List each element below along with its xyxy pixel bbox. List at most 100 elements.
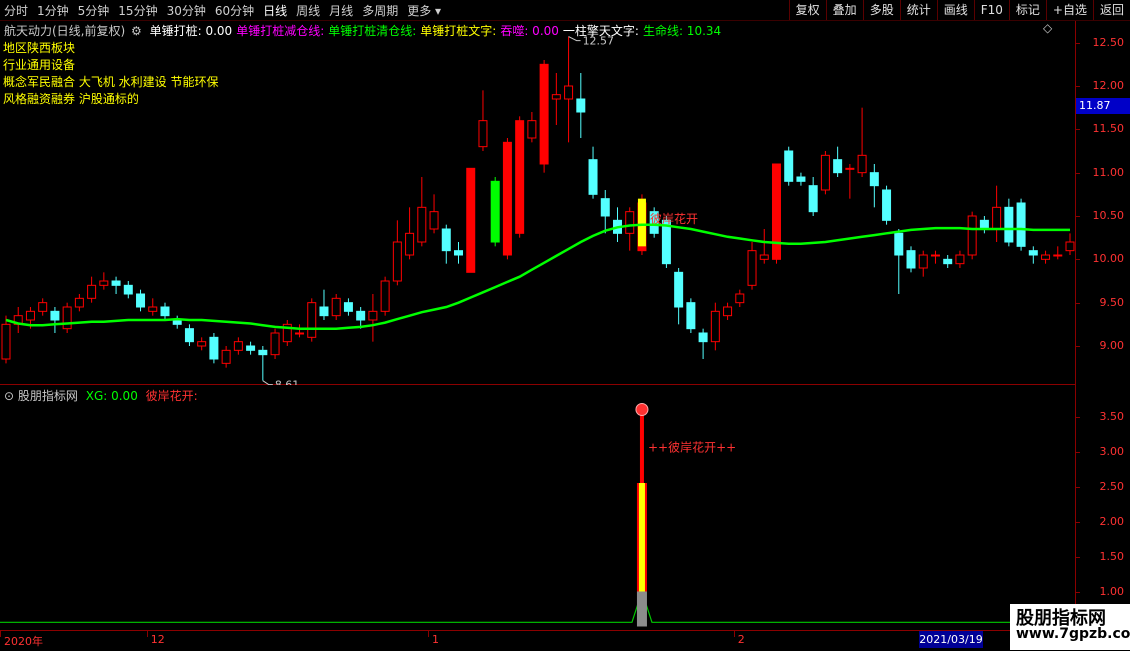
candle bbox=[233, 337, 243, 355]
indicator-legend-0: 单锤打桩: 0.00 bbox=[149, 24, 233, 38]
candle bbox=[123, 281, 133, 299]
sub-axis-tick bbox=[1076, 486, 1080, 488]
candle bbox=[576, 73, 586, 138]
price-axis-tick bbox=[1076, 129, 1080, 131]
period-tab-3[interactable]: 15分钟 bbox=[118, 2, 157, 19]
candle bbox=[698, 328, 708, 359]
sub-axis-label-0: 3.50 bbox=[1099, 409, 1125, 423]
candle bbox=[1016, 198, 1026, 251]
candle bbox=[600, 190, 610, 234]
candle bbox=[50, 307, 60, 333]
date-label-1: 12 bbox=[150, 633, 165, 646]
candle bbox=[882, 185, 892, 225]
date-tick bbox=[733, 631, 735, 637]
period-tab-2[interactable]: 5分钟 bbox=[78, 2, 110, 19]
candle bbox=[1004, 198, 1014, 247]
indicator-legend-3: 单锤打桩文字: bbox=[420, 24, 497, 38]
diamond-icon[interactable]: ◇ bbox=[1043, 21, 1052, 35]
candle bbox=[674, 268, 684, 325]
tool-button-7[interactable]: +自选 bbox=[1045, 0, 1093, 20]
tool-button-4[interactable]: 画线 bbox=[936, 0, 974, 20]
period-tab-6[interactable]: 日线 bbox=[263, 2, 287, 19]
period-tab-5[interactable]: 60分钟 bbox=[215, 2, 254, 19]
gray-bar bbox=[636, 591, 647, 627]
price-axis-tick bbox=[1076, 42, 1080, 44]
period-tab-4[interactable]: 30分钟 bbox=[167, 2, 206, 19]
candle bbox=[172, 315, 182, 329]
candle bbox=[160, 302, 170, 320]
candle bbox=[796, 172, 806, 186]
candle bbox=[478, 90, 488, 151]
candle bbox=[148, 298, 158, 316]
price-axis-tick bbox=[1076, 216, 1080, 217]
price-axis-tick bbox=[1076, 346, 1080, 347]
candle bbox=[454, 242, 464, 264]
stock-title[interactable]: 航天动力(日线,前复权) bbox=[4, 24, 125, 38]
tool-button-1[interactable]: 叠加 bbox=[825, 0, 863, 20]
tool-button-3[interactable]: 统计 bbox=[899, 0, 937, 20]
candle bbox=[197, 337, 207, 351]
signal-candle bbox=[637, 198, 646, 247]
sub-axis-label-3: 2.00 bbox=[1099, 514, 1125, 528]
date-tick bbox=[0, 631, 1, 637]
yellow-bar bbox=[638, 483, 645, 592]
candle bbox=[111, 276, 121, 294]
xg-line bbox=[0, 589, 1075, 623]
sub-axis-label-4: 1.50 bbox=[1099, 549, 1125, 563]
price-axis-label-7: 9.00 bbox=[1099, 339, 1125, 352]
concept-line-2: 概念军民融合 大飞机 水利建设 节能环保 bbox=[3, 75, 219, 89]
candle bbox=[857, 107, 867, 177]
settings-gear-icon[interactable]: ⚙ bbox=[131, 24, 142, 38]
period-tabs: 分时 1分钟 5分钟 15分钟 30分钟 60分钟 日线 周线 月线 多周期 更多 ▾ bbox=[4, 0, 450, 20]
tool-button-0[interactable]: 复权 bbox=[788, 0, 826, 20]
candle bbox=[380, 276, 390, 316]
watermark-url: www.7gpzb.com bbox=[1016, 626, 1130, 642]
candle bbox=[417, 177, 427, 247]
price-axis-label-4: 10.50 bbox=[1092, 209, 1125, 222]
concept-line-1: 行业通用设备 bbox=[3, 58, 76, 72]
candle bbox=[1041, 250, 1051, 264]
indicator-legend-2: 单锤打桩清仓线: bbox=[328, 24, 417, 38]
sub-signal-text: ++彼岸花开++ bbox=[648, 440, 736, 455]
sub-legend: ⊙ 股朋指标网 XG: 0.00 彼岸花开: bbox=[4, 387, 198, 404]
period-tab-1[interactable]: 1分钟 bbox=[37, 2, 69, 19]
candle bbox=[771, 163, 781, 264]
period-tab-0[interactable]: 分时 bbox=[4, 2, 28, 19]
sub-title[interactable]: 股朋指标网 bbox=[18, 389, 78, 403]
indicator-legend-4: 吞噬: 0.00 bbox=[500, 24, 559, 38]
candle bbox=[967, 211, 977, 260]
date-tick bbox=[146, 631, 148, 637]
tool-button-2[interactable]: 多股 bbox=[862, 0, 900, 20]
tool-button-8[interactable]: 返回 bbox=[1092, 0, 1130, 20]
candle bbox=[270, 328, 280, 359]
sub-collapse-icon[interactable]: ⊙ bbox=[4, 389, 14, 403]
candle bbox=[343, 298, 353, 316]
candle bbox=[527, 112, 537, 143]
candle bbox=[246, 341, 256, 355]
candle bbox=[515, 116, 525, 238]
candle bbox=[405, 207, 415, 260]
sub-axis-tick bbox=[1076, 556, 1080, 558]
top-toolbar: 分时 1分钟 5分钟 15分钟 30分钟 60分钟 日线 周线 月线 多周期 更多 ▾ 复权 叠加 多股… bbox=[0, 0, 1130, 21]
date-label-3: 2 bbox=[737, 633, 745, 646]
tool-buttons: 复权 叠加 多股 统计 画线 F10 标记 +自选 返回 bbox=[788, 0, 1130, 20]
candle bbox=[295, 324, 305, 338]
candle bbox=[612, 207, 622, 242]
date-label-0: 2020年 bbox=[4, 635, 43, 648]
candle bbox=[735, 289, 745, 307]
period-tab-8[interactable]: 月线 bbox=[329, 2, 353, 19]
indicator-axis: 3.503.002.502.001.501.000.50 bbox=[1075, 385, 1130, 633]
candle bbox=[331, 294, 341, 320]
price-axis-label-1: 12.00 bbox=[1092, 79, 1125, 92]
candle bbox=[992, 185, 1002, 242]
tool-button-5[interactable]: F10 bbox=[973, 0, 1009, 20]
tool-button-6[interactable]: 标记 bbox=[1008, 0, 1046, 20]
period-tab-7[interactable]: 周线 bbox=[296, 2, 320, 19]
period-tab-9[interactable]: 多周期 bbox=[362, 2, 398, 19]
date-tick bbox=[428, 631, 430, 637]
candle bbox=[319, 289, 329, 320]
indicator-chart[interactable]: ++彼岸花开++ bbox=[0, 385, 1130, 630]
candle bbox=[955, 250, 965, 268]
period-tab-10[interactable]: 更多 ▾ bbox=[407, 2, 441, 19]
candle bbox=[38, 298, 48, 316]
